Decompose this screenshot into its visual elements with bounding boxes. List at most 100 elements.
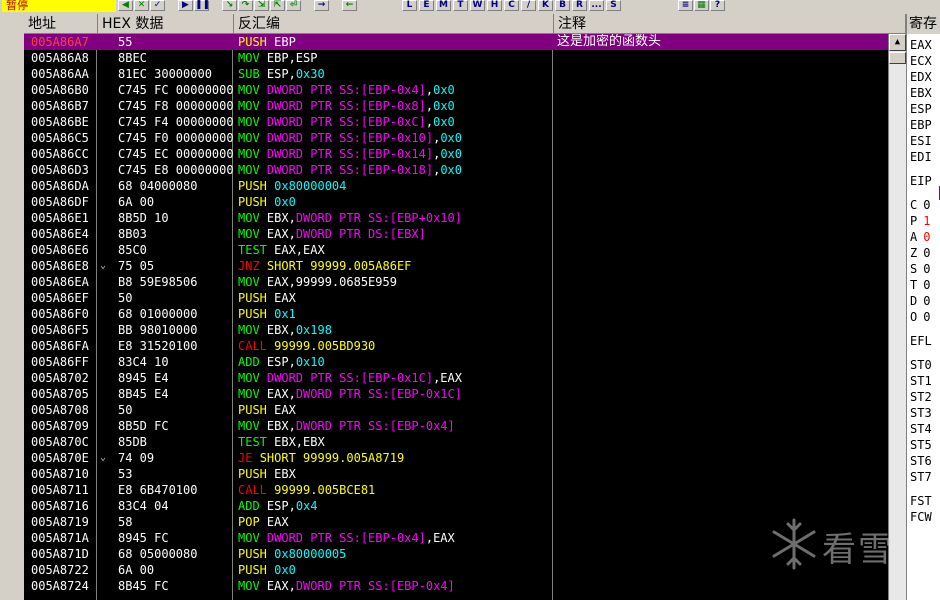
register-z[interactable]: Z0 — [910, 246, 930, 260]
instruction-row[interactable]: 005A86E8 ⌄ 75 05 JNZ SHORT 99999.005A86EF — [24, 258, 888, 274]
register-edx[interactable]: EDX — [910, 70, 932, 84]
disassembly-pane[interactable]: 005A86A7 55 PUSH EBP 这是加密的函数头 005A86A8 8BEC MO… — [24, 34, 888, 600]
execute-till-return-icon[interactable]: ⏎ — [286, 0, 301, 11]
register-st5[interactable]: ST5 — [910, 438, 932, 452]
instruction-row[interactable]: 005A86F5 BB 98010000 MOV EBX,0x198 — [24, 322, 888, 338]
register-fcw[interactable]: FCW — [910, 510, 932, 524]
register-esp[interactable]: ESP — [910, 102, 932, 116]
toolbar-button-2[interactable]: M — [436, 0, 451, 11]
back-icon[interactable]: ← — [342, 0, 357, 11]
instruction-row[interactable]: 005A86C5 C745 F0 00000000 MOV DWORD PTR SS… — [24, 130, 888, 146]
instruction-row[interactable]: 005A8702 8945 E4 MOV DWORD PTR SS:[EBP-0x1… — [24, 370, 888, 386]
operand: SHORT 99999.005A86EF — [266, 259, 412, 273]
step-into-icon[interactable]: ↘ — [222, 0, 237, 11]
instruction-row[interactable]: 005A86FA E8 31520100 CALL 99999.005BD930 — [24, 338, 888, 354]
toolbar-button-0[interactable]: L — [402, 0, 417, 11]
header-address[interactable]: 地址 — [24, 14, 98, 34]
instruction-row[interactable]: 005A8705 8B45 E4 MOV EAX,DWORD PTR SS:[EBP… — [24, 386, 888, 402]
instruction-row[interactable]: 005A8709 8B5D FC MOV EBX,DWORD PTR SS:[EBP… — [24, 418, 888, 434]
instruction-row[interactable]: 005A8708 50 PUSH EAX — [24, 402, 888, 418]
instruction-row[interactable]: 005A871A 8945 FC MOV DWORD PTR SS:[EBP-0x4… — [24, 530, 888, 546]
register-o[interactable]: O0 — [910, 310, 930, 324]
register-a[interactable]: A0 — [910, 230, 930, 244]
instruction-row[interactable]: 005A870C 85DB TEST EBX,EBX — [24, 434, 888, 450]
toolbar-button-8[interactable]: K — [538, 0, 553, 11]
rewind-icon[interactable]: ◀ — [118, 0, 133, 11]
toolbar-button-11[interactable]: ... — [589, 0, 604, 11]
toolbar-button-1[interactable]: E — [419, 0, 434, 11]
register-esi[interactable]: ESI — [910, 134, 932, 148]
list-icon[interactable]: ≡ — [678, 0, 693, 11]
register-t[interactable]: T0 — [910, 278, 930, 292]
instruction-row[interactable]: 005A86D3 C745 E8 00000000 MOV DWORD PTR SS… — [24, 162, 888, 178]
instruction-row[interactable]: 005A86AA 81EC 30000000 SUB ESP,0x30 — [24, 66, 888, 82]
instruction-row[interactable]: 005A86E4 8B03 MOV EAX,DWORD PTR DS:[EBX] — [24, 226, 888, 242]
scroll-thumb[interactable] — [889, 52, 906, 64]
register-st0[interactable]: ST0 — [910, 358, 932, 372]
header-hex[interactable]: HEX 数据 — [98, 14, 234, 34]
instruction-row[interactable]: 005A86FF 83C4 10 ADD ESP,0x10 — [24, 354, 888, 370]
register-st2[interactable]: ST2 — [910, 390, 932, 404]
register-eip[interactable]: EIP — [910, 174, 932, 188]
run-icon[interactable]: ✓ — [150, 0, 165, 11]
instruction-row[interactable]: 005A8719 58 POP EAX — [24, 514, 888, 530]
trace-over-icon[interactable]: ⇱ — [270, 0, 285, 11]
register-st1[interactable]: ST1 — [910, 374, 932, 388]
instruction-row[interactable]: 005A86CC C745 EC 00000000 MOV DWORD PTR SS… — [24, 146, 888, 162]
pause-icon[interactable]: ❚❚ — [194, 0, 210, 11]
register-s[interactable]: S0 — [910, 262, 930, 276]
mnemonic: PUSH — [238, 563, 275, 577]
goto-icon[interactable]: → — [314, 0, 329, 11]
instruction-row[interactable]: 005A8716 83C4 04 ADD ESP,0x4 — [24, 498, 888, 514]
selected-instruction-row[interactable]: 005A86A7 55 PUSH EBP 这是加密的函数头 — [24, 34, 888, 50]
instruction-row[interactable]: 005A86B0 C745 FC 00000000 MOV DWORD PTR SS… — [24, 82, 888, 98]
header-comment[interactable]: 注释 — [554, 14, 906, 34]
instruction-row[interactable]: 005A86EA B8 59E98506 MOV EAX,99999.0685E95… — [24, 274, 888, 290]
register-ebx[interactable]: EBX — [910, 86, 932, 100]
close-icon[interactable]: ✕ — [134, 0, 149, 11]
toolbar-button-4[interactable]: W — [470, 0, 485, 11]
instruction-row[interactable]: 005A870E ⌄ 74 09 JE SHORT 99999.005A8719 — [24, 450, 888, 466]
instruction-row[interactable]: 005A86B7 C745 F8 00000000 MOV DWORD PTR SS… — [24, 98, 888, 114]
register-edi[interactable]: EDI — [910, 150, 932, 164]
register-eax[interactable]: EAX — [910, 38, 932, 52]
instruction-row[interactable]: 005A86A8 8BEC MOV EBP,ESP — [24, 50, 888, 66]
register-d[interactable]: D0 — [910, 294, 930, 308]
register-fst[interactable]: FST — [910, 494, 932, 508]
instruction-row[interactable]: 005A86E6 85C0 TEST EAX,EAX — [24, 242, 888, 258]
register-ebp[interactable]: EBP — [910, 118, 932, 132]
instruction-row[interactable]: 005A86DF 6A 00 PUSH 0x0 — [24, 194, 888, 210]
register-st4[interactable]: ST4 — [910, 422, 932, 436]
toolbar-button-6[interactable]: C — [504, 0, 519, 11]
instruction-row[interactable]: 005A86BE C745 F4 00000000 MOV DWORD PTR SS… — [24, 114, 888, 130]
toolbar-button-9[interactable]: B — [555, 0, 570, 11]
instruction-row[interactable]: 005A8724 8B45 FC MOV EAX,DWORD PTR SS:[EBP… — [24, 578, 888, 594]
trace-into-icon[interactable]: ⇲ — [254, 0, 269, 11]
register-c[interactable]: C0 — [910, 198, 930, 212]
instruction-row[interactable]: 005A8711 E8 6B470100 CALL 99999.005BCE81 — [24, 482, 888, 498]
register-st3[interactable]: ST3 — [910, 406, 932, 420]
instruction-row[interactable]: 005A8722 6A 00 PUSH 0x0 — [24, 562, 888, 578]
toolbar-button-10[interactable]: R — [572, 0, 587, 11]
instruction-row[interactable]: 005A86E1 8B5D 10 MOV EBX,DWORD PTR SS:[EBP… — [24, 210, 888, 226]
register-ecx[interactable]: ECX — [910, 54, 932, 68]
toolbar-button-7[interactable]: / — [521, 0, 536, 11]
grid-icon[interactable]: ▦ — [694, 0, 709, 11]
scroll-up-icon[interactable]: ▲ — [889, 34, 906, 51]
instruction-row[interactable]: 005A8710 53 PUSH EBX — [24, 466, 888, 482]
register-st6[interactable]: ST6 — [910, 454, 932, 468]
header-disassembly[interactable]: 反汇编 — [234, 14, 554, 34]
register-efl[interactable]: EFL — [910, 334, 932, 348]
register-p[interactable]: P1 — [910, 214, 930, 228]
help-icon[interactable]: ? — [710, 0, 725, 11]
instruction-row[interactable]: 005A86DA 68 04000080 PUSH 0x80000004 — [24, 178, 888, 194]
instruction-row[interactable]: 005A86F0 68 01000000 PUSH 0x1 — [24, 306, 888, 322]
play-icon[interactable]: ▶ — [178, 0, 193, 11]
toolbar-button-12[interactable]: S — [606, 0, 621, 11]
instruction-row[interactable]: 005A871D 68 05000080 PUSH 0x80000005 — [24, 546, 888, 562]
step-over-icon[interactable]: ↷ — [238, 0, 253, 11]
instruction-row[interactable]: 005A86EF 50 PUSH EAX — [24, 290, 888, 306]
toolbar-button-5[interactable]: H — [487, 0, 502, 11]
toolbar-button-3[interactable]: T — [453, 0, 468, 11]
register-st7[interactable]: ST7 — [910, 470, 932, 484]
